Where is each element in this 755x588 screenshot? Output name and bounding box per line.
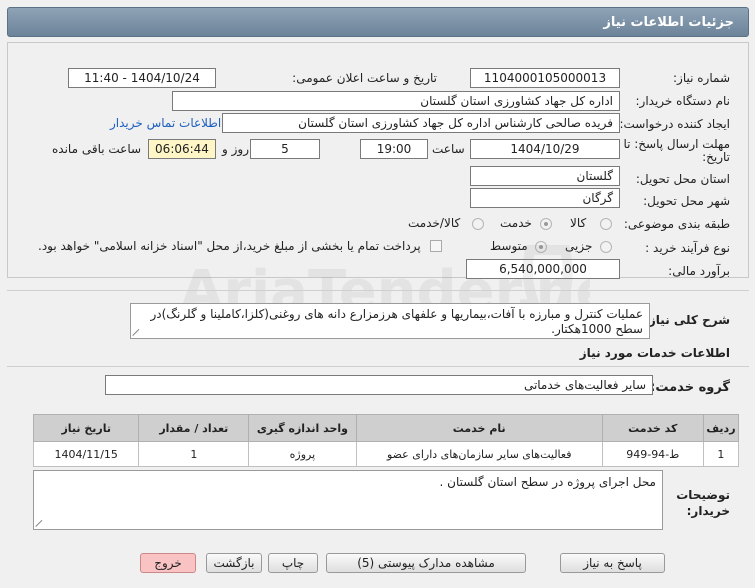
summary-separator bbox=[7, 290, 749, 291]
requester-label: ایجاد کننده درخواست: bbox=[619, 117, 730, 131]
days-field: 5 bbox=[250, 139, 320, 159]
category-option-service: خدمت bbox=[500, 216, 532, 230]
col-service-name: نام خدمت bbox=[355, 414, 603, 442]
announce-label: تاریخ و ساعت اعلان عمومی: bbox=[292, 71, 437, 85]
cell-service-name: فعالیت‌های سایر سازمان‌های دارای عضو bbox=[355, 441, 603, 467]
col-service-code: کد خدمت bbox=[601, 414, 704, 442]
reply-button[interactable]: پاسخ به نیاز bbox=[560, 553, 665, 573]
need-number-field: 1104000105000013 bbox=[470, 68, 620, 88]
services-table: ردیف کد خدمت نام خدمت واحد اندازه گیری ت… bbox=[32, 414, 740, 467]
process-radio-minor[interactable] bbox=[600, 241, 612, 253]
services-separator bbox=[7, 366, 749, 367]
category-radio-goods[interactable] bbox=[600, 218, 612, 230]
cell-need-date: 1404/11/15 bbox=[32, 441, 140, 467]
requester-field: فریده صالحی کارشناس اداره کل جهاد کشاورز… bbox=[222, 113, 620, 133]
category-option-goods: کالا bbox=[570, 216, 587, 230]
print-button[interactable]: چاپ bbox=[268, 553, 318, 573]
province-field: گلستان bbox=[470, 166, 620, 186]
category-radio-service[interactable] bbox=[540, 218, 552, 230]
exit-button[interactable]: خروج bbox=[140, 553, 196, 573]
deadline-time-field: 19:00 bbox=[360, 139, 428, 159]
buyer-notes-label: توضیحات خریدار: bbox=[676, 488, 730, 518]
summary-label: شرح کلی نیاز: bbox=[644, 313, 730, 327]
resize-handle[interactable] bbox=[133, 328, 141, 336]
attachments-button[interactable]: مشاهده مدارک پیوستی (5) bbox=[326, 553, 526, 573]
col-row: ردیف bbox=[702, 414, 740, 442]
cell-row: 1 bbox=[702, 441, 740, 467]
announce-field: 1404/10/24 - 11:40 bbox=[68, 68, 216, 88]
city-label: شهر محل تحویل: bbox=[643, 194, 730, 208]
col-need-date: تاریخ نیاز bbox=[32, 414, 140, 442]
resize-handle[interactable] bbox=[36, 519, 44, 527]
days-label: روز و bbox=[222, 142, 249, 156]
category-label: طبقه بندی موضوعی: bbox=[623, 217, 730, 231]
summary-text: عملیات کنترل و مبارزه با آفات،بیماریها و… bbox=[150, 307, 643, 336]
cell-quantity: 1 bbox=[138, 441, 250, 467]
budget-label: برآورد مالی: bbox=[668, 264, 730, 278]
service-group-field: سایر فعالیت‌های خدماتی bbox=[105, 375, 653, 395]
buyer-contact-link[interactable]: اطلاعات تماس خریدار bbox=[110, 116, 221, 130]
buyer-notes-text: محل اجرای پروژه در سطح استان گلستان . bbox=[439, 475, 656, 489]
category-option-goods-service: کالا/خدمت bbox=[408, 216, 461, 230]
buyer-org-label: نام دستگاه خریدار: bbox=[635, 94, 731, 108]
deadline-label: مهلت ارسال پاسخ: تا bbox=[623, 137, 730, 151]
col-quantity: تعداد / مقدار bbox=[138, 414, 250, 442]
need-number-label: شماره نیاز: bbox=[673, 71, 730, 85]
deadline-label-date: تاریخ: bbox=[702, 150, 730, 164]
service-group-label: گروه خدمت: bbox=[650, 380, 730, 395]
city-field: گرگان bbox=[470, 188, 620, 208]
col-unit: واحد اندازه گیری bbox=[248, 414, 357, 442]
remaining-time-label: ساعت باقی مانده bbox=[52, 142, 142, 156]
summary-textarea[interactable]: عملیات کنترل و مبارزه با آفات،بیماریها و… bbox=[130, 303, 650, 339]
deadline-time-label: ساعت bbox=[432, 142, 465, 156]
table-row: 1 ط-94-949 فعالیت‌های سایر سازمان‌های دا… bbox=[32, 441, 740, 467]
buyer-org-field: اداره کل جهاد کشاورزی استان گلستان bbox=[172, 91, 620, 111]
buyer-notes-textarea[interactable]: محل اجرای پروژه در سطح استان گلستان . bbox=[33, 470, 663, 530]
cell-unit: پروژه bbox=[248, 441, 357, 467]
services-section-title: اطلاعات خدمات مورد نیاز bbox=[579, 346, 730, 360]
deadline-date-field: 1404/10/29 bbox=[470, 139, 620, 159]
process-label: نوع فرآیند خرید : bbox=[645, 241, 730, 255]
cell-service-code: ط-94-949 bbox=[601, 441, 704, 467]
remaining-time-field: 06:06:44 bbox=[148, 139, 216, 159]
back-button[interactable]: بازگشت bbox=[206, 553, 262, 573]
table-header-row: ردیف کد خدمت نام خدمت واحد اندازه گیری ت… bbox=[32, 414, 740, 442]
page-title: جزئیات اطلاعات نیاز bbox=[603, 15, 734, 30]
page-header: جزئیات اطلاعات نیاز bbox=[7, 7, 749, 37]
category-radio-goods-service[interactable] bbox=[472, 218, 484, 230]
province-label: استان محل تحویل: bbox=[635, 172, 730, 186]
